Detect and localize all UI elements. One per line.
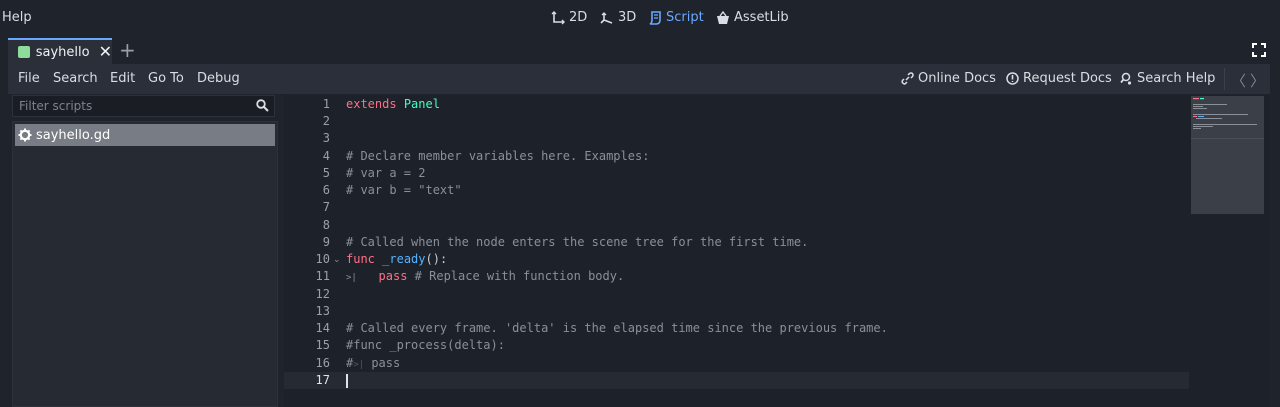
code-line-1: extends Panel (346, 97, 440, 111)
code-editor[interactable] (284, 95, 1269, 407)
mode-3d-label: 3D (618, 10, 637, 25)
line-number: 8 (322, 218, 330, 232)
line-number: 3 (322, 131, 330, 145)
link-icon (901, 72, 914, 85)
assetlib-icon (717, 10, 729, 24)
text-caret (346, 374, 348, 388)
3d-icon (600, 11, 613, 24)
request-docs-button[interactable]: Request Docs (1006, 71, 1112, 86)
keyword: extends (346, 97, 397, 111)
goto-menu[interactable]: Go To (148, 71, 184, 86)
top-bar (0, 0, 1280, 36)
menu-divider (1224, 68, 1225, 90)
tab-marker-icon: >| (346, 273, 357, 283)
mode-3d-button[interactable]: 3D (600, 10, 636, 25)
help-menu[interactable]: Help (2, 10, 32, 25)
search-help-icon (1120, 72, 1132, 85)
search-help-button[interactable]: Search Help (1120, 71, 1215, 86)
script-icon (649, 10, 661, 25)
mode-assetlib-button[interactable]: AssetLib (716, 10, 789, 25)
code-line-11: >| pass # Replace with function body. (346, 269, 624, 283)
info-icon (1006, 72, 1019, 85)
tab-marker-icon: >| (353, 360, 365, 370)
close-icon[interactable]: ✕ (99, 44, 112, 60)
code-line-14: # Called every frame. 'delta' is the ela… (346, 321, 888, 335)
script-list (12, 121, 278, 407)
debug-menu[interactable]: Debug (197, 71, 240, 86)
line-number: 4 (322, 149, 330, 163)
line-number: 10 (315, 252, 330, 266)
2d-icon (551, 10, 565, 24)
script-list-item[interactable]: sayhello.gd (15, 124, 275, 146)
keyword: pass (378, 269, 408, 283)
edit-menu[interactable]: Edit (110, 71, 135, 86)
code-line-5: # var a = 2 (346, 166, 426, 180)
code-line-4: # Declare member variables here. Example… (346, 149, 650, 163)
search-menu[interactable]: Search (53, 71, 98, 86)
function-name: _ready (382, 252, 426, 266)
line-number: 14 (315, 321, 330, 335)
script-name: sayhello.gd (36, 127, 111, 143)
mode-2d-label: 2D (569, 10, 588, 25)
type-name: Panel (403, 97, 440, 111)
mode-assetlib-label: AssetLib (734, 10, 789, 25)
tab-label: sayhello (35, 44, 90, 60)
script-file-icon (18, 46, 30, 58)
script-tab[interactable]: sayhello ✕ (8, 38, 112, 64)
code-punct: (): (425, 252, 448, 266)
comment: # Replace with function body. (414, 269, 625, 283)
line-number: 1 (322, 97, 330, 111)
fold-arrow-icon[interactable]: ⌄ (333, 255, 341, 265)
code-line-6: # var b = "text" (346, 183, 462, 197)
online-docs-label: Online Docs (918, 71, 996, 86)
line-number: 6 (322, 183, 330, 197)
keyword: func (346, 252, 375, 266)
code-line-9: # Called when the node enters the scene … (346, 235, 809, 249)
code-line-16: #>| pass (346, 356, 400, 370)
code-line-15: #func _process(delta): (346, 338, 505, 352)
line-number: 12 (315, 287, 330, 301)
line-number: 2 (322, 114, 330, 128)
line-number: 11 (315, 269, 330, 283)
line-number: 7 (322, 200, 330, 214)
line-number: 16 (315, 356, 330, 370)
filter-scripts-placeholder: Filter scripts (19, 99, 93, 113)
mode-script-button[interactable]: Script (648, 10, 704, 25)
current-line-highlight (284, 372, 1189, 389)
online-docs-button[interactable]: Online Docs (901, 71, 996, 86)
nav-forward-button[interactable]: 〉 (1250, 70, 1265, 91)
search-icon (256, 99, 269, 112)
add-tab-button[interactable]: + (119, 40, 136, 60)
nav-back-button[interactable]: 〈 (1231, 70, 1246, 91)
line-number: 5 (322, 166, 330, 180)
file-menu[interactable]: File (18, 71, 40, 86)
line-number: 17 (315, 373, 330, 387)
gear-icon (18, 128, 32, 142)
search-help-label: Search Help (1137, 71, 1216, 86)
comment-pass: pass (371, 356, 401, 370)
fullscreen-icon[interactable] (1252, 43, 1266, 57)
code-line-10: func _ready(): (346, 252, 447, 266)
line-number: 9 (322, 235, 330, 249)
mode-script-label: Script (666, 10, 704, 25)
line-number: 13 (315, 304, 330, 318)
line-number: 15 (315, 338, 330, 352)
code-minimap[interactable] (1191, 96, 1264, 214)
mode-2d-button[interactable]: 2D (551, 10, 587, 25)
request-docs-label: Request Docs (1023, 71, 1112, 86)
